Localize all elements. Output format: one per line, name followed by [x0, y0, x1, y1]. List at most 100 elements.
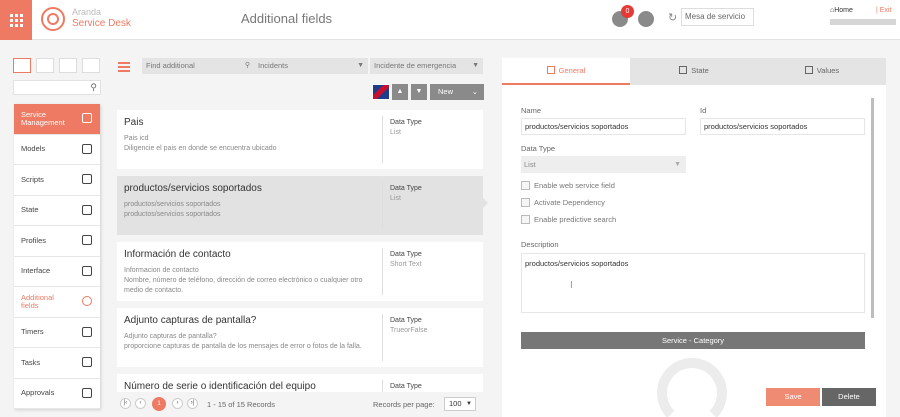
stopwatch-icon: [82, 326, 92, 337]
divider: [382, 116, 383, 163]
home-label: Home: [834, 7, 853, 14]
search-input[interactable]: Find additional ⚲: [142, 58, 254, 74]
divider: [382, 314, 383, 361]
tab-values[interactable]: Values: [758, 58, 886, 85]
nav-search-input[interactable]: ⚲: [13, 80, 101, 95]
category-value: Incidents: [258, 61, 289, 70]
id-field[interactable]: productos/servicios soportados: [700, 118, 865, 135]
grid-view-icon[interactable]: [13, 58, 31, 73]
sidebar-item-timers[interactable]: Timers: [14, 318, 100, 348]
project-selector[interactable]: Mesa de servicio: [681, 8, 754, 26]
shield-view-icon[interactable]: [59, 58, 77, 73]
sidebar-nav: Service Management Models Scripts State …: [14, 104, 100, 409]
sidebar-item-models[interactable]: Models: [14, 135, 100, 165]
name-field[interactable]: productos/servicios soportados: [521, 118, 686, 135]
prev-page-button[interactable]: ‹: [135, 398, 146, 409]
description-label: Description: [521, 240, 559, 249]
list-item-selected[interactable]: productos/servicios soportados productos…: [117, 176, 483, 235]
chevron-down-icon: ▼: [674, 161, 681, 168]
list-item[interactable]: Adjunto capturas de pantalla? Adjunto ca…: [117, 308, 483, 367]
chevron-down-icon: ▼: [357, 62, 364, 69]
sidebar-item-state[interactable]: State: [14, 196, 100, 226]
sidebar-item-additional-fields[interactable]: Additional fields: [14, 287, 100, 318]
chevron-down-icon: ▼: [466, 401, 472, 407]
type-select[interactable]: Incidente de emergencia ▼: [370, 58, 483, 74]
field-description: Informacion de contacto Nombre, número de…: [124, 267, 363, 294]
chevron-down-icon: ▼: [472, 62, 479, 69]
next-page-button[interactable]: ›: [172, 398, 183, 409]
detail-tabs: General State Values: [502, 58, 886, 85]
apps-menu-button[interactable]: [0, 0, 32, 40]
checkbox-box: [521, 181, 530, 190]
id-label: Id: [700, 106, 707, 115]
move-up-button[interactable]: ▲: [392, 84, 408, 100]
last-page-button[interactable]: ›|: [187, 398, 198, 409]
top-header: Aranda Service Desk Additional fields 0 …: [0, 0, 900, 40]
copy-icon: [82, 204, 92, 215]
sidebar-item-tasks[interactable]: Tasks: [14, 348, 100, 379]
save-button[interactable]: Save: [766, 388, 820, 406]
list-item[interactable]: Pais Pais icd Diligencie el pais en donde…: [117, 110, 483, 169]
sidebar-item-profiles[interactable]: Profiles: [14, 226, 100, 257]
field-name: Adjunto capturas de pantalla?: [124, 315, 257, 326]
data-type-label: Data Type: [390, 185, 422, 192]
first-page-button[interactable]: |‹: [120, 398, 131, 409]
divider: [382, 182, 383, 229]
notification-count-badge: 0: [621, 5, 634, 18]
field-description: Pais icd Diligencie el pais en donde se e…: [124, 135, 277, 152]
bell-icon[interactable]: [638, 11, 654, 27]
sidebar-item-approvals[interactable]: Approvals: [14, 379, 100, 409]
records-per-page-label: Records per page:: [373, 400, 435, 409]
tab-state[interactable]: State: [630, 58, 758, 85]
tab-general[interactable]: General: [502, 58, 630, 85]
loading-spinner-icon: [657, 358, 727, 417]
sidebar-item-interface[interactable]: Interface: [14, 257, 100, 287]
pagination: |‹ ‹ 1 › ›| 1 - 15 of 15 Records Records…: [117, 395, 483, 415]
move-down-button[interactable]: ▼: [411, 84, 427, 100]
divider: [382, 380, 383, 392]
exit-link[interactable]: | Exit: [876, 7, 891, 14]
refresh-icon[interactable]: ↻: [668, 11, 677, 24]
hamburger-menu-icon[interactable]: [118, 62, 130, 74]
category-select[interactable]: Incidents ▼: [254, 58, 368, 74]
delete-button[interactable]: Delete: [822, 388, 876, 406]
field-description: productos/servicios soportados productos/…: [124, 201, 221, 218]
checkbox-label: Activate Dependency: [534, 198, 605, 207]
search-icon: ⚲: [244, 62, 250, 69]
profile-icon: [82, 235, 92, 245]
brand: Aranda Service Desk: [72, 7, 131, 29]
aranda-logo: [41, 7, 65, 31]
data-type-select[interactable]: List ▼: [521, 156, 686, 173]
current-page[interactable]: 1: [152, 397, 166, 411]
database-view-icon[interactable]: [82, 58, 100, 73]
selection-pointer: [482, 197, 488, 209]
home-link[interactable]: ⌂Home: [830, 7, 853, 14]
enable-predictive-search-checkbox[interactable]: Enable predictive search: [521, 215, 616, 224]
sidebar-item-service-management[interactable]: Service Management: [14, 104, 100, 135]
sidebar-item-scripts[interactable]: Scripts: [14, 165, 100, 196]
new-button[interactable]: New ⌄: [430, 84, 484, 100]
plus-circle-icon: [82, 296, 92, 306]
data-type-label: Data Type: [521, 144, 556, 153]
list-item[interactable]: Número de serie o identificación del equ…: [117, 374, 483, 392]
approval-icon: [82, 387, 92, 398]
field-description: Adjunto capturas de pantalla? proporcione…: [124, 333, 362, 350]
records-per-page-select[interactable]: 100 ▼: [444, 397, 476, 411]
list-item[interactable]: Información de contacto Informacion de c…: [117, 242, 483, 301]
data-type-value: List: [390, 195, 401, 202]
field-name: Información de contacto: [124, 249, 231, 260]
enable-web-service-checkbox[interactable]: Enable web service field: [521, 181, 615, 190]
apps-grid-icon: [9, 13, 23, 27]
monitor-view-icon[interactable]: [36, 58, 54, 73]
fields-list: Pais Pais icd Diligencie el pais en donde…: [117, 110, 483, 392]
language-flag-icon[interactable]: [372, 84, 390, 100]
field-name: Número de serie o identificación del equ…: [124, 381, 316, 392]
data-type-value: List: [390, 129, 401, 136]
data-type-label: Data Type: [390, 317, 422, 324]
values-icon: [804, 66, 813, 74]
scrollbar[interactable]: [871, 98, 874, 318]
checkbox-label: Enable web service field: [534, 181, 615, 190]
brand-line1: Aranda: [72, 7, 102, 17]
activate-dependency-checkbox[interactable]: Activate Dependency: [521, 198, 605, 207]
chevron-down-icon: ⌄: [471, 87, 478, 96]
